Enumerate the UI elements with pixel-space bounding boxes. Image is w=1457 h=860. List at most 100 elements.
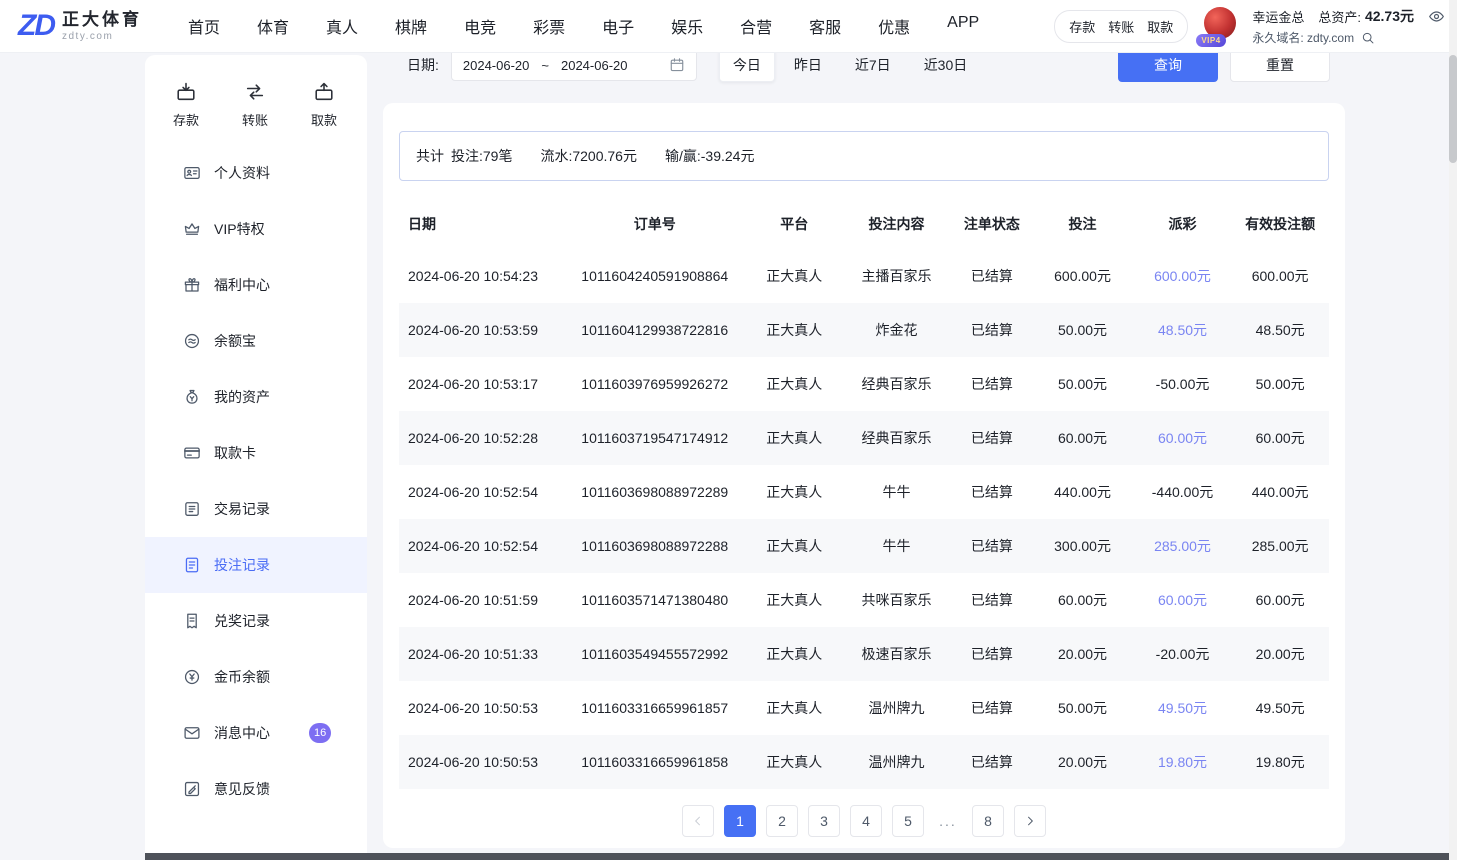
table-row: 2024-06-20 10:50:531011603316659961857正大… — [399, 681, 1329, 735]
summary-bar: 共计 投注:79笔流水:7200.76元输/赢:-39.24元 — [399, 131, 1329, 181]
cell-bet-content: 温州牌九 — [841, 752, 953, 772]
transactions-icon — [183, 500, 201, 518]
sidebar-item[interactable]: 意见反馈 — [145, 761, 367, 817]
brand-logo[interactable]: ZD 正大体育 zdty.com — [18, 10, 142, 41]
range-chip[interactable]: 近7日 — [841, 48, 905, 82]
sidebar-item[interactable]: 个人资料 — [145, 145, 367, 201]
column-header: 有效投注额 — [1231, 214, 1329, 234]
page-button[interactable]: 2 — [766, 805, 798, 837]
cell-status: 已结算 — [952, 644, 1031, 664]
wallet-link[interactable]: 取款 — [1147, 17, 1173, 36]
cell-platform: 正大真人 — [748, 320, 841, 340]
cell-bet-amount: 60.00元 — [1031, 590, 1133, 610]
cell-bet-content: 炸金花 — [841, 320, 953, 340]
nav-item[interactable]: APP — [947, 14, 979, 38]
sidebar-item[interactable]: 交易记录 — [145, 481, 367, 537]
nav-item[interactable]: 真人 — [326, 14, 358, 38]
idcard-icon — [183, 164, 201, 182]
table-row: 2024-06-20 10:50:531011603316659961858正大… — [399, 735, 1329, 789]
table-row: 2024-06-20 10:51:591011603571471380480正大… — [399, 573, 1329, 627]
range-chip[interactable]: 近30日 — [910, 48, 982, 82]
page-button[interactable]: 3 — [808, 805, 840, 837]
sidebar-item-label: 我的资产 — [214, 387, 270, 407]
nav-item[interactable]: 棋牌 — [395, 14, 427, 38]
query-button[interactable]: 查询 — [1118, 48, 1218, 82]
bankcard-icon — [183, 444, 201, 462]
sidebar-item-label: 意见反馈 — [214, 779, 270, 799]
summary-prefix: 共计 — [416, 146, 444, 166]
nav-item[interactable]: 彩票 — [533, 14, 565, 38]
cell-order-number: 1011603719547174912 — [562, 430, 748, 446]
cell-platform: 正大真人 — [748, 590, 841, 610]
unread-badge: 16 — [309, 723, 331, 743]
cell-bet-content: 主播百家乐 — [841, 266, 953, 286]
sidebar-item[interactable]: VIP特权 — [145, 201, 367, 257]
page-button[interactable]: 1 — [724, 805, 756, 837]
nav-item[interactable]: 娱乐 — [671, 14, 703, 38]
prev-page-button[interactable] — [682, 805, 714, 837]
sidebar-quick-action[interactable]: 转账 — [242, 81, 268, 129]
summary-stat: 投注:79笔 — [451, 148, 512, 164]
nav-item[interactable]: 电子 — [602, 14, 634, 38]
summary-stats: 投注:79笔流水:7200.76元输/赢:-39.24元 — [451, 146, 782, 166]
page-button[interactable]: 4 — [850, 805, 882, 837]
cell-platform: 正大真人 — [748, 482, 841, 502]
cell-payout: -50.00元 — [1134, 374, 1232, 394]
sidebar-quick-action[interactable]: 存款 — [173, 81, 199, 129]
bottom-edge-strip — [145, 853, 1457, 860]
nav-item[interactable]: 客服 — [809, 14, 841, 38]
wallet-link[interactable]: 存款 — [1069, 17, 1095, 36]
sidebar-item[interactable]: 取款卡 — [145, 425, 367, 481]
date-range-input[interactable]: 2024-06-20 ~ 2024-06-20 — [451, 49, 697, 81]
table-row: 2024-06-20 10:52:541011603698088972288正大… — [399, 519, 1329, 573]
cell-status: 已结算 — [952, 752, 1031, 772]
cell-platform: 正大真人 — [748, 374, 841, 394]
table-row: 2024-06-20 10:54:231011604240591908864正大… — [399, 249, 1329, 303]
eye-icon[interactable] — [1428, 8, 1445, 25]
cell-order-number: 1011603976959926272 — [562, 376, 748, 392]
avatar[interactable]: VIP4 — [1202, 4, 1238, 48]
nav-item[interactable]: 优惠 — [878, 14, 910, 38]
cell-date: 2024-06-20 10:51:59 — [399, 592, 562, 608]
column-header: 投注内容 — [841, 214, 953, 234]
sidebar-item[interactable]: 消息中心16 — [145, 705, 367, 761]
summary-stat: 输/赢:-39.24元 — [665, 148, 754, 164]
cell-payout: -20.00元 — [1134, 644, 1232, 664]
nav-item[interactable]: 电竞 — [464, 14, 496, 38]
sidebar-item[interactable]: 我的资产 — [145, 369, 367, 425]
page-button[interactable]: 5 — [892, 805, 924, 837]
nav-item[interactable]: 合营 — [740, 14, 772, 38]
cell-order-number: 1011603698088972288 — [562, 538, 748, 554]
scrollbar-thumb[interactable] — [1449, 55, 1457, 163]
sidebar-item[interactable]: 金币余额 — [145, 649, 367, 705]
nav-item[interactable]: 体育 — [257, 14, 289, 38]
table-row: 2024-06-20 10:51:331011603549455572992正大… — [399, 627, 1329, 681]
range-chip[interactable]: 今日 — [719, 48, 775, 82]
page-button[interactable]: 8 — [972, 805, 1004, 837]
sidebar-item-label: 兑奖记录 — [214, 611, 270, 631]
cell-platform: 正大真人 — [748, 752, 841, 772]
calendar-icon — [669, 57, 685, 73]
range-chip[interactable]: 昨日 — [780, 48, 836, 82]
sidebar-quick-action[interactable]: 取款 — [311, 81, 337, 129]
cell-payout: 19.80元 — [1134, 752, 1232, 772]
sidebar-item[interactable]: 兑奖记录 — [145, 593, 367, 649]
reset-button[interactable]: 重置 — [1230, 48, 1330, 82]
cell-order-number: 1011603571471380480 — [562, 592, 748, 608]
next-page-button[interactable] — [1014, 805, 1046, 837]
cell-date: 2024-06-20 10:50:53 — [399, 754, 562, 770]
cell-valid-bet: 50.00元 — [1231, 374, 1329, 394]
search-icon[interactable] — [1361, 31, 1375, 45]
header-right: 存款转账取款 VIP4 幸运金总 总资产: 42.73元 永久域名: zdty.… — [1054, 4, 1445, 48]
sidebar-item-label: 福利中心 — [214, 275, 270, 295]
cell-status: 已结算 — [952, 374, 1031, 394]
cell-bet-amount: 50.00元 — [1031, 698, 1133, 718]
sidebar-item[interactable]: 福利中心 — [145, 257, 367, 313]
sidebar-item[interactable]: 余额宝 — [145, 313, 367, 369]
assets-value: 42.73元 — [1365, 6, 1414, 26]
sidebar-item[interactable]: 投注记录 — [145, 537, 367, 593]
nav-item[interactable]: 首页 — [188, 14, 220, 38]
cell-date: 2024-06-20 10:52:54 — [399, 538, 562, 554]
cell-date: 2024-06-20 10:54:23 — [399, 268, 562, 284]
wallet-link[interactable]: 转账 — [1108, 17, 1134, 36]
